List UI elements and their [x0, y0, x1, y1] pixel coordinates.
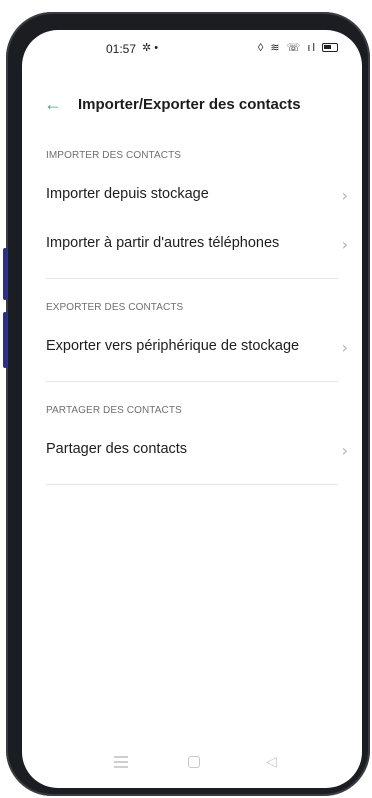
status-time: 01:57 [106, 42, 137, 56]
status-system-icons: ◊ ≋ ☏ ıl [258, 41, 338, 54]
row-import-storage[interactable]: Importer depuis stockage › [22, 174, 362, 218]
back-triangle-icon[interactable]: ◁ [266, 753, 277, 770]
row-label: Importer à partir d'autres téléphones [46, 235, 280, 251]
row-export-storage[interactable]: Exporter vers périphérique de stockage › [22, 326, 362, 370]
menu-icon[interactable] [114, 756, 128, 768]
divider [46, 278, 338, 279]
screen: 01:57 ✲ • ◊ ≋ ☏ ıl ← Importer/Exporter d… [22, 30, 362, 788]
row-label: Exporter vers périphérique de stockage [46, 338, 300, 354]
section-label-export: EXPORTER DES CONTACTS [46, 302, 184, 313]
back-arrow-icon[interactable]: ← [44, 94, 64, 114]
row-share-contacts[interactable]: Partager des contacts › [22, 429, 362, 473]
chevron-right-icon: › [341, 235, 348, 254]
home-icon[interactable] [188, 756, 200, 768]
volume-button [3, 248, 7, 300]
power-button [3, 312, 7, 368]
battery-icon [322, 43, 338, 52]
divider [46, 381, 338, 382]
chevron-right-icon: › [341, 338, 348, 357]
status-notification-icons: ✲ • [142, 42, 159, 54]
page-title: Importer/Exporter des contacts [78, 96, 301, 113]
header: ← Importer/Exporter des contacts [22, 90, 362, 120]
section-label-share: PARTAGER DES CONTACTS [46, 405, 182, 416]
signal-wifi-icons: ◊ ≋ ☏ ıl [257, 42, 317, 54]
row-import-other-phones[interactable]: Importer à partir d'autres téléphones › [22, 223, 362, 267]
navigation-bar: ◁ [22, 750, 362, 776]
row-label: Partager des contacts [46, 441, 188, 457]
section-label-import: IMPORTER DES CONTACTS [46, 150, 182, 161]
phone-frame: 01:57 ✲ • ◊ ≋ ☏ ıl ← Importer/Exporter d… [3, 12, 370, 796]
status-bar: 01:57 ✲ • ◊ ≋ ☏ ıl [22, 30, 362, 66]
chevron-right-icon: › [341, 186, 348, 205]
chevron-right-icon: › [341, 441, 348, 460]
row-label: Importer depuis stockage [46, 186, 209, 202]
divider [46, 484, 338, 485]
